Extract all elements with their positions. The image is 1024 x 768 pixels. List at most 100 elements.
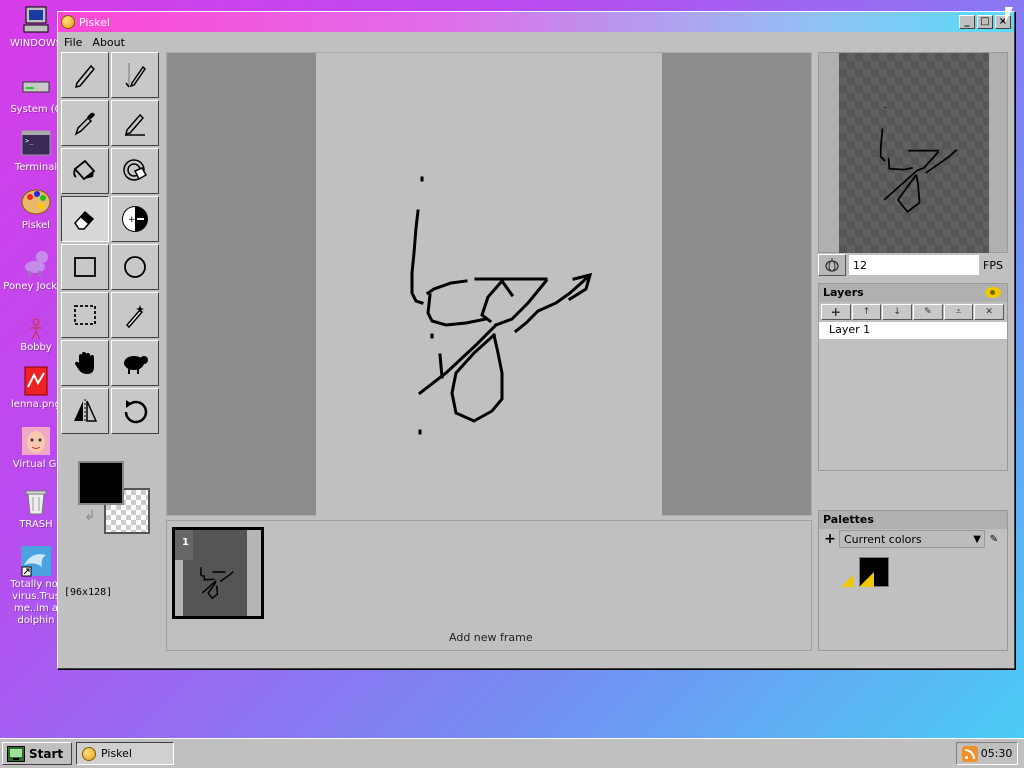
piskel-task-icon xyxy=(82,746,96,761)
mouse-cursor-icon xyxy=(1005,7,1013,23)
preview-canvas xyxy=(839,53,989,253)
palette-select-value: Current colors xyxy=(844,532,922,546)
title-bar[interactable]: Piskel _ □ × xyxy=(58,12,1014,32)
palettes-title: Palettes xyxy=(823,513,874,526)
trash-icon xyxy=(20,485,52,517)
move-tool[interactable] xyxy=(61,340,109,386)
merge-icon: ⩡ xyxy=(955,307,962,317)
eye-icon[interactable] xyxy=(985,287,1001,298)
frame-number: 1 xyxy=(175,530,193,560)
move-layer-down-button[interactable]: ↓ xyxy=(882,304,913,320)
svg-text:>_: >_ xyxy=(25,137,34,145)
taskbar: Start Piskel 05:30 xyxy=(0,738,1024,768)
window-title: Piskel xyxy=(79,15,110,29)
onion-skin-button[interactable] xyxy=(818,254,846,276)
rotate-icon xyxy=(124,400,148,424)
arrow-up-icon: ↑ xyxy=(862,307,871,317)
dolphin-icon xyxy=(20,545,52,577)
maximize-button[interactable]: □ xyxy=(977,15,993,29)
drive-icon xyxy=(20,70,52,102)
eraser-tool[interactable] xyxy=(61,196,109,242)
delete-layer-button[interactable]: ✕ xyxy=(974,304,1005,320)
layers-title: Layers xyxy=(823,286,864,299)
layers-panel: Layers + ↑ ↓ ✎ ⩡ ✕ Layer 1 xyxy=(818,283,1008,471)
add-layer-button[interactable]: + xyxy=(821,304,851,320)
canvas-size-label: [96x128] xyxy=(64,587,113,598)
frames-panel: 1 Add new frame xyxy=(166,520,812,651)
color-picker-tool[interactable] xyxy=(61,100,109,146)
merge-layer-button[interactable]: ⩡ xyxy=(943,304,974,320)
minimize-button[interactable]: _ xyxy=(959,15,975,29)
start-label: Start xyxy=(29,746,64,761)
magic-wand-tool[interactable] xyxy=(111,292,159,338)
eraser-icon xyxy=(74,210,95,230)
rectangle-tool[interactable] xyxy=(61,244,109,290)
paint-all-same-color-tool[interactable] xyxy=(111,148,159,194)
plus-icon: + xyxy=(830,305,841,319)
rotate-tool[interactable] xyxy=(111,388,159,434)
menu-file[interactable]: File xyxy=(64,36,82,49)
bucket-icon xyxy=(73,159,96,181)
rss-icon[interactable] xyxy=(961,745,978,762)
layers-header: Layers xyxy=(819,284,1007,302)
hand-icon xyxy=(75,352,94,374)
palettes-header: Palettes xyxy=(819,511,1007,529)
arrow-down-icon: ↓ xyxy=(893,307,901,317)
paint-bucket-tool[interactable] xyxy=(61,148,109,194)
taskbar-item-piskel[interactable]: Piskel xyxy=(76,742,174,765)
palette-select[interactable]: Current colors ▼ xyxy=(839,530,985,548)
fps-input[interactable] xyxy=(849,255,979,275)
fps-controls: FPS xyxy=(818,254,1008,276)
mirror-pen-icon xyxy=(125,63,146,88)
pony-icon xyxy=(20,247,52,279)
chevron-down-icon: ▼ xyxy=(973,533,981,545)
palette-controls: + Current colors ▼ ✎ xyxy=(819,529,1007,549)
sheep-icon xyxy=(124,356,148,374)
taskbar-item-label: Piskel xyxy=(101,747,132,760)
app-body: + ↲ [96x128] 1 Add new frame 12 FPS Laye… xyxy=(58,52,1014,668)
rename-layer-button[interactable]: ✎ xyxy=(913,304,943,320)
palette-icon xyxy=(20,186,52,218)
menu-about[interactable]: About xyxy=(92,36,125,49)
svg-text:+: + xyxy=(128,215,136,225)
swap-colors-icon[interactable]: ↲ xyxy=(84,508,96,524)
dithering-tool[interactable] xyxy=(111,340,159,386)
pen-tool[interactable] xyxy=(61,52,109,98)
edit-palette-button[interactable]: ✎ xyxy=(985,530,1003,548)
flip-tool[interactable] xyxy=(61,388,109,434)
menu-bar: File About xyxy=(58,32,1014,52)
circle-icon xyxy=(124,256,146,278)
layer-toolbar: + ↑ ↓ ✎ ⩡ ✕ xyxy=(819,302,1007,322)
computer-icon xyxy=(20,4,52,36)
add-new-frame-button[interactable]: Add new frame xyxy=(449,631,533,644)
clock: 05:30 xyxy=(980,747,1013,760)
stroke-tool[interactable] xyxy=(111,100,159,146)
primary-color-marker xyxy=(841,575,853,587)
drawing-canvas[interactable] xyxy=(316,53,662,516)
image-file-icon xyxy=(20,365,52,397)
preview-drawing xyxy=(879,106,958,214)
circle-tool[interactable] xyxy=(111,244,159,290)
lighten-icon: + xyxy=(122,206,148,232)
frame-thumbnail[interactable]: 1 xyxy=(172,527,264,619)
app-icon xyxy=(61,15,75,29)
add-palette-button[interactable]: + xyxy=(821,530,839,548)
dashed-rect-icon xyxy=(74,305,96,325)
terminal-icon: >_ xyxy=(20,128,52,160)
lighten-tool[interactable]: + xyxy=(111,196,159,242)
fps-label: FPS xyxy=(983,258,1003,272)
primary-color-swatch[interactable] xyxy=(78,461,124,505)
pencil-icon: ✎ xyxy=(924,307,932,317)
canvas-drawing xyxy=(410,176,593,435)
pencil-icon: ✎ xyxy=(989,533,999,545)
eyedropper-icon xyxy=(74,112,95,136)
animation-preview xyxy=(818,52,1008,253)
move-layer-up-button[interactable]: ↑ xyxy=(851,304,882,320)
layer-item[interactable]: Layer 1 xyxy=(819,322,1007,339)
vertical-mirror-pen-tool[interactable] xyxy=(111,52,159,98)
canvas-area[interactable] xyxy=(166,52,812,516)
start-logo-icon xyxy=(7,745,25,762)
rectangle-selection-tool[interactable] xyxy=(61,292,109,338)
start-button[interactable]: Start xyxy=(2,742,72,765)
piskel-window: Piskel _ □ × File About + ↲ [96x128] 1 A… xyxy=(57,11,1015,669)
